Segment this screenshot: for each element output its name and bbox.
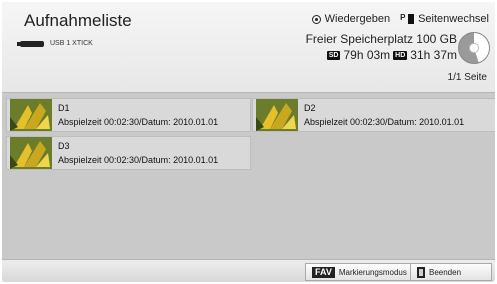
thumbnail-icon (256, 99, 298, 131)
sd-badge: SD (326, 50, 341, 60)
legend-page-label: Seitenwechsel (418, 13, 489, 25)
storage-info: Freier Speicherplatz 100 GB SD 79h 03m H… (306, 32, 457, 62)
recording-item[interactable]: D1 Abspielzeit 00:02:30/Datum: 2010.01.0… (6, 98, 251, 132)
item-meta: Abspielzeit 00:02:30/Datum: 2010.01.01 (58, 155, 219, 165)
thumbnail-icon (10, 137, 52, 169)
thumbnail-icon (10, 99, 52, 131)
legend-play: Wiedergeben (311, 13, 391, 25)
storage-times: SD 79h 03m HD 31h 37m (306, 48, 457, 62)
p-page-icon (400, 13, 415, 24)
recording-item[interactable]: D3 Abspielzeit 00:02:30/Datum: 2010.01.0… (6, 136, 251, 170)
legend-page: Seitenwechsel (400, 13, 489, 25)
fav-badge: FAV (312, 266, 335, 278)
mark-mode-label: Markierungsmodus (338, 267, 407, 277)
mark-mode-button[interactable]: FAV Markierungsmodus (305, 263, 414, 281)
free-space-label: Freier Speicherplatz 100 GB (305, 32, 457, 46)
sd-time: 79h 03m (343, 48, 391, 62)
legend-play-label: Wiedergeben (324, 13, 391, 25)
disk-usage-icon (458, 32, 490, 64)
item-name: D1 (58, 103, 70, 113)
usb-device-label: USB 1 XTICK (50, 40, 93, 47)
item-name: D3 (58, 141, 70, 151)
exit-door-icon (417, 266, 425, 278)
usb-icon (17, 40, 44, 47)
recording-item[interactable]: D2 Abspielzeit 00:02:30/Datum: 2010.01.0… (252, 98, 495, 132)
item-meta: Abspielzeit 00:02:30/Datum: 2010.01.01 (304, 117, 465, 127)
page-indicator: 1/1 Seite (447, 72, 487, 83)
header-bar: Aufnahmeliste USB 1 XTICK Wiedergeben Se… (2, 2, 495, 93)
page-title: Aufnahmeliste (24, 11, 132, 30)
item-name: D2 (304, 103, 316, 113)
hd-time: 31h 37m (410, 48, 457, 62)
usb-device: USB 1 XTICK (17, 40, 93, 47)
key-legend: Wiedergeben Seitenwechsel (311, 13, 489, 25)
recording-list-screen: Aufnahmeliste USB 1 XTICK Wiedergeben Se… (2, 2, 495, 282)
hd-badge: HD (393, 50, 408, 60)
item-meta: Abspielzeit 00:02:30/Datum: 2010.01.01 (58, 117, 219, 127)
record-dot-icon (311, 14, 321, 24)
footer-bar: FAV Markierungsmodus Beenden (2, 259, 495, 282)
exit-button[interactable]: Beenden (410, 263, 492, 281)
exit-label: Beenden (429, 267, 462, 277)
